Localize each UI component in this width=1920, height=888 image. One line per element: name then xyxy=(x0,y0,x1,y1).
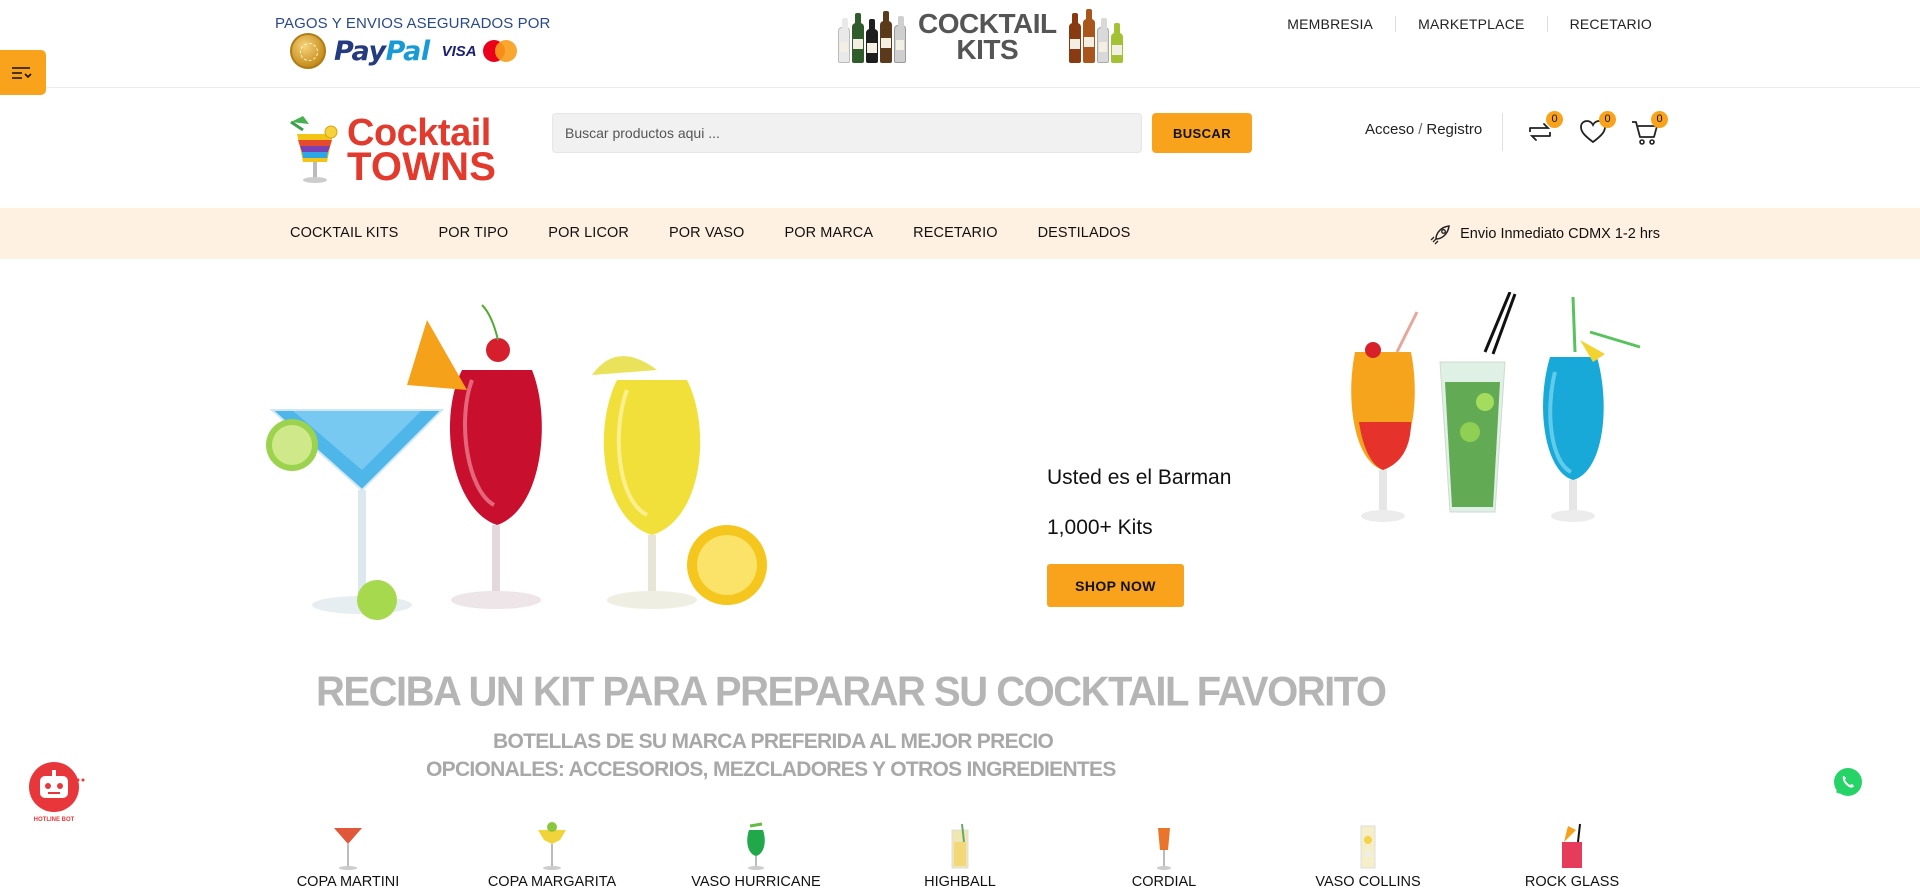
glass-label: COPA MARGARITA xyxy=(487,874,617,888)
glass-item-rock-glass[interactable]: ROCK GLASS xyxy=(1492,820,1652,888)
nav-link-marketplace[interactable]: MARKETPLACE xyxy=(1395,16,1546,32)
whatsapp-icon[interactable] xyxy=(1832,766,1864,798)
rock-glass-icon xyxy=(1562,823,1582,868)
wishlist-count-badge: 0 xyxy=(1599,111,1616,128)
bottles-right-icon xyxy=(1068,9,1123,63)
promo-title: RECIBA UN KIT PARA PREPARAR SU COCKTAIL … xyxy=(316,668,1387,716)
category-por-vaso[interactable]: POR VASO xyxy=(669,225,744,241)
shop-now-button[interactable]: SHOP NOW xyxy=(1047,564,1184,607)
paypal-logo: PayPal xyxy=(334,35,430,67)
glass-item-vaso-hurricane[interactable]: VASO HURRICANE xyxy=(676,820,836,888)
hero-subheadline: 1,000+ Kits xyxy=(1047,516,1153,539)
hotline-bot-button[interactable]: HOTLINE BOT xyxy=(26,760,88,830)
wishlist-button[interactable]: 0 xyxy=(1578,111,1616,147)
cocktail-glass-logo-icon xyxy=(290,116,338,183)
cart-count-badge: 0 xyxy=(1651,111,1668,128)
glass-label: VASO COLLINS xyxy=(1315,874,1421,888)
category-cocktail-kits[interactable]: COCKTAIL KITS xyxy=(290,225,398,241)
top-nav: MEMBRESIA MARKETPLACE RECETARIO xyxy=(1265,16,1652,32)
category-por-licor[interactable]: POR LICOR xyxy=(548,225,629,241)
site-logo[interactable]: Cocktail TOWNS xyxy=(285,112,510,187)
highball-glass-icon xyxy=(951,823,969,869)
promo-line-1: BOTELLAS DE SU MARCA PREFERIDA AL MEJOR … xyxy=(493,730,1054,753)
category-destilados[interactable]: DESTILADOS xyxy=(1038,225,1131,241)
glass-label: ROCK GLASS xyxy=(1524,874,1620,888)
side-menu-toggle-button[interactable] xyxy=(0,50,46,95)
payment-logos: PayPal VISA xyxy=(290,33,517,69)
account-links: Acceso / Registro xyxy=(1365,121,1483,138)
category-por-marca[interactable]: POR MARCA xyxy=(784,225,873,241)
category-recetario[interactable]: RECETARIO xyxy=(913,225,997,241)
shipping-text: Envio Inmediato CDMX 1-2 hrs xyxy=(1460,226,1660,242)
shipping-info: Envio Inmediato CDMX 1-2 hrs xyxy=(1430,223,1660,245)
category-nav: COCKTAIL KITS POR TIPO POR LICOR POR VAS… xyxy=(0,208,1920,259)
glass-label: HIGHBALL xyxy=(924,874,996,888)
collins-glass-icon xyxy=(1360,825,1376,869)
register-link[interactable]: Registro xyxy=(1426,121,1482,138)
glass-item-copa-martini[interactable]: COPA MARTINI xyxy=(268,820,428,888)
glass-item-cordial[interactable]: CORDIAL xyxy=(1084,820,1244,888)
rocket-icon xyxy=(1430,225,1451,245)
glass-item-vaso-collins[interactable]: VASO COLLINS xyxy=(1288,820,1448,888)
search-input[interactable] xyxy=(552,113,1142,153)
glass-types-row: COPA MARTINI COPA MARGARITA VASO HURRICA… xyxy=(268,820,1648,888)
category-por-tipo[interactable]: POR TIPO xyxy=(438,225,508,241)
mastercard-icon xyxy=(482,40,517,62)
cocktail-glasses-image xyxy=(266,304,767,620)
hero-headline: Usted es el Barman xyxy=(1047,466,1232,489)
tropical-cocktails-image xyxy=(1351,292,1641,522)
compare-count-badge: 0 xyxy=(1546,111,1563,128)
cocktail-kits-title: COCKTAIL KITS xyxy=(918,8,1057,65)
top-bar: PAGOS Y ENVIOS ASEGURADOS POR PayPal VIS… xyxy=(0,0,1920,88)
compare-button[interactable]: 0 xyxy=(1525,111,1563,147)
payments-secured-text: PAGOS Y ENVIOS ASEGURADOS POR xyxy=(275,15,551,32)
cordial-glass-icon xyxy=(1157,828,1171,870)
bottles-left-icon xyxy=(838,11,906,63)
search-button[interactable]: BUSCAR xyxy=(1152,113,1252,153)
promo-line-2: OPCIONALES: ACCESORIOS, MEZCLADORES Y OT… xyxy=(426,758,1116,781)
promo-banner: RECIBA UN KIT PARA PREPARAR SU COCKTAIL … xyxy=(260,650,1387,781)
hurricane-glass-icon xyxy=(747,822,765,870)
cocktail-kits-banner[interactable]: COCKTAIL KITS xyxy=(838,8,1128,66)
glass-label: VASO HURRICANE xyxy=(691,874,821,888)
glass-label: CORDIAL xyxy=(1131,874,1197,888)
martini-glass-icon xyxy=(334,828,362,870)
nav-link-recetario[interactable]: RECETARIO xyxy=(1546,16,1652,32)
login-link[interactable]: Acceso xyxy=(1365,121,1414,138)
glass-label: COPA MARTINI xyxy=(296,874,400,888)
cart-button[interactable]: 0 xyxy=(1630,111,1668,147)
menu-icon xyxy=(12,66,32,79)
glass-item-copa-margarita[interactable]: COPA MARGARITA xyxy=(472,820,632,888)
glass-item-highball[interactable]: HIGHBALL xyxy=(880,820,1040,888)
margarita-glass-icon xyxy=(538,822,566,870)
svg-text:HOTLINE BOT: HOTLINE BOT xyxy=(34,817,75,823)
visa-logo: VISA xyxy=(441,42,477,60)
nav-link-membresia[interactable]: MEMBRESIA xyxy=(1265,16,1395,32)
header-divider xyxy=(1502,113,1503,151)
logo-wordmark: Cocktail TOWNS xyxy=(347,111,497,189)
verified-seal-icon xyxy=(290,33,326,69)
hero-text-block: Usted es el Barman 1,000+ Kits SHOP NOW xyxy=(1047,466,1231,607)
